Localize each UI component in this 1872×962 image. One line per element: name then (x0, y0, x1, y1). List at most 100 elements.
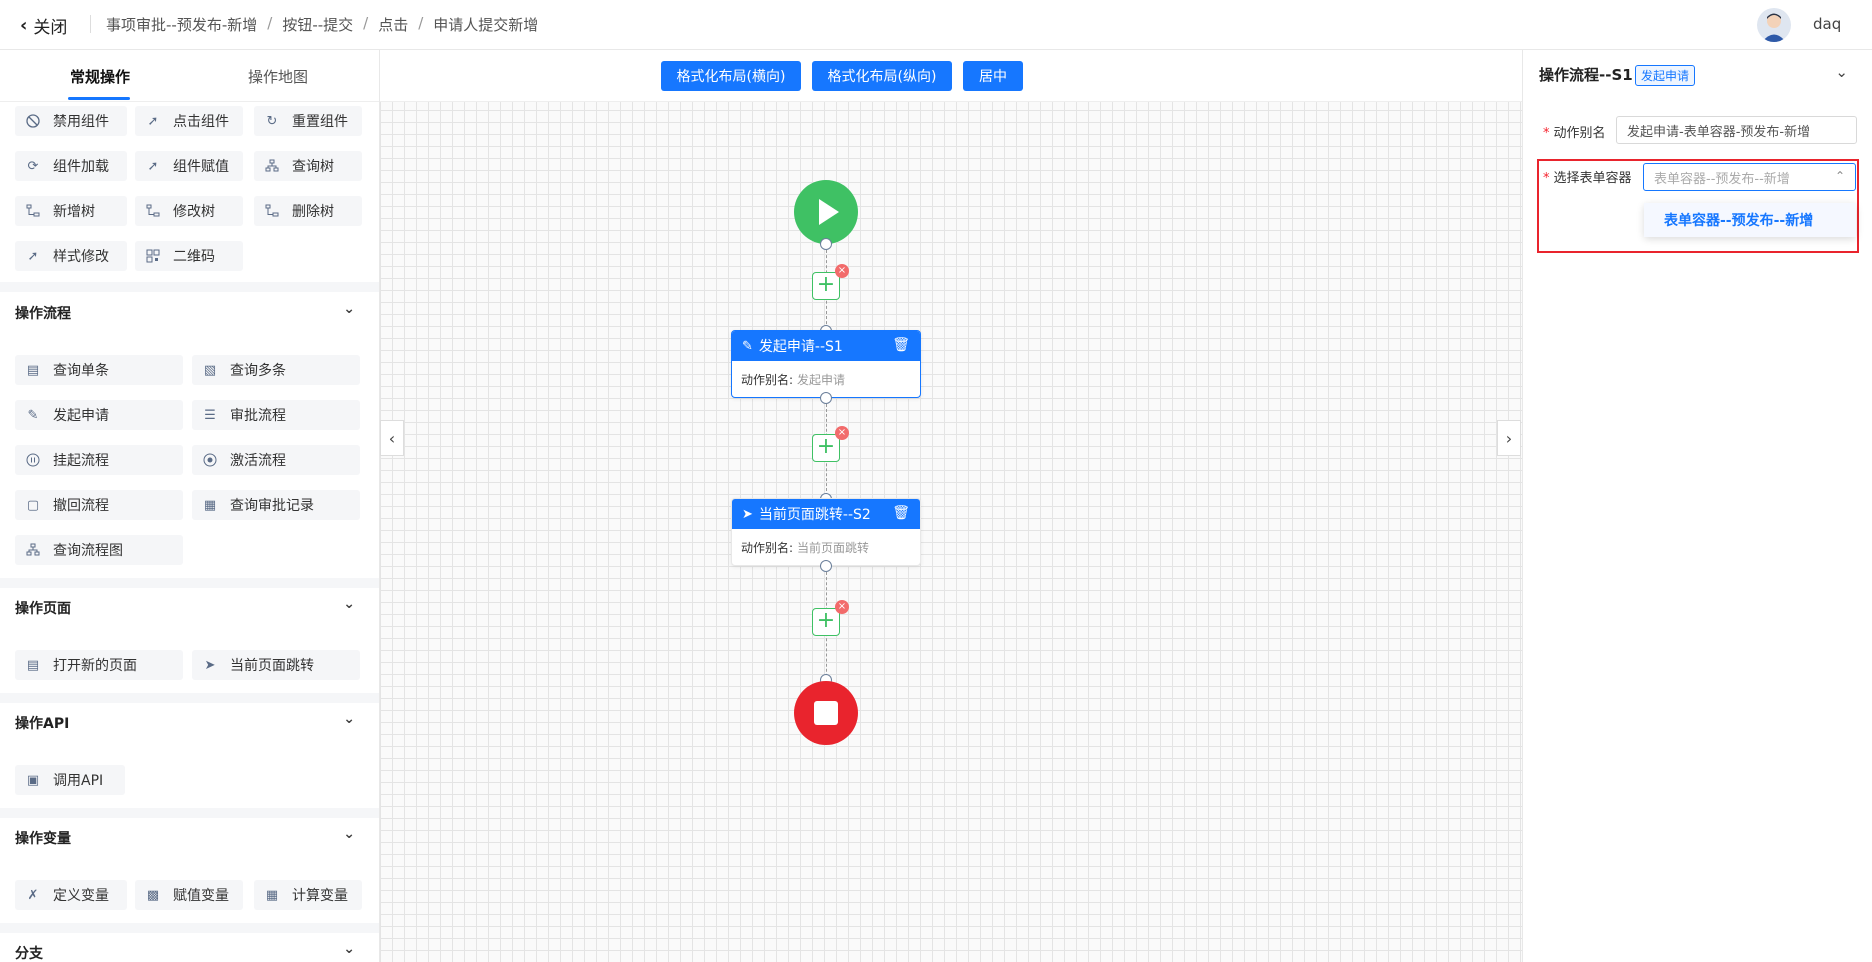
select-placeholder: 表单容器--预发布--新增 (1654, 171, 1790, 187)
refresh-icon: ⟳ (27, 158, 39, 174)
action-label: 查询审批记录 (230, 498, 314, 514)
add-step-button[interactable]: + (812, 608, 840, 636)
add-step-button[interactable]: + (812, 272, 840, 300)
trash-icon[interactable]: 🗑 (892, 505, 910, 521)
flow-canvas[interactable]: 格式化布局(横向) 格式化布局(纵向) 居中 ‹ › + × ✎ 发起申请--S… (380, 50, 1522, 962)
action-edit-tree[interactable]: 修改树 (135, 196, 243, 226)
action-label: 二维码 (173, 249, 215, 265)
trash-icon[interactable]: 🗑 (892, 337, 910, 353)
action-label: 组件赋值 (173, 159, 229, 175)
section-header-page[interactable]: 操作页面 ⌄ (0, 588, 379, 628)
connection-port[interactable] (820, 560, 832, 572)
chevron-right-icon: › (1505, 428, 1513, 448)
remove-link-icon[interactable]: × (835, 426, 849, 440)
close-button[interactable]: ‹ 关闭 (20, 12, 67, 38)
action-label: 查询单条 (53, 363, 109, 379)
action-qrcode[interactable]: 二维码 (135, 241, 243, 271)
action-click-component[interactable]: ➚ 点击组件 (135, 106, 243, 136)
connection-port[interactable] (820, 392, 832, 404)
section-header-api[interactable]: 操作API ⌄ (0, 703, 379, 743)
action-add-tree[interactable]: 新增树 (15, 196, 127, 226)
section-title: 分支 (15, 946, 43, 962)
action-call-api[interactable]: ▣ 调用API (15, 765, 125, 795)
apply-icon: ✎ (742, 338, 753, 354)
end-node[interactable] (794, 681, 858, 745)
calc-icon: ▦ (265, 887, 279, 903)
chevron-down-icon[interactable]: ⌄ (1835, 63, 1848, 81)
action-query-single[interactable]: ▤ 查询单条 (15, 355, 183, 385)
chevron-down-icon: ⌄ (343, 596, 355, 612)
plus-icon: + (816, 434, 836, 459)
action-label: 调用API (53, 773, 104, 789)
action-delete-tree[interactable]: 删除树 (254, 196, 362, 226)
tab-operation-map[interactable]: 操作地图 (248, 66, 308, 87)
breadcrumb: 事项审批--预发布-新增 / 按钮--提交 / 点击 / 申请人提交新增 (106, 14, 538, 35)
username[interactable]: daq (1813, 15, 1841, 33)
tab-common-operations[interactable]: 常规操作 (70, 66, 130, 87)
action-query-flowchart[interactable]: 查询流程图 (15, 535, 183, 565)
format-vertical-button[interactable]: 格式化布局(纵向) (812, 61, 952, 91)
start-node[interactable] (794, 180, 858, 244)
breadcrumb-item: 申请人提交新增 (433, 16, 539, 34)
action-label: 当前页面跳转 (230, 658, 314, 674)
action-component-load[interactable]: ⟳ 组件加载 (15, 151, 127, 181)
chevron-up-icon: ⌃ (1834, 169, 1845, 183)
action-style-modify[interactable]: ➚ 样式修改 (15, 241, 127, 271)
action-component-assign[interactable]: ➚ 组件赋值 (135, 151, 243, 181)
form-container-select[interactable]: 表单容器--预发布--新增 ⌃ (1643, 163, 1856, 191)
dropdown-option[interactable]: 表单容器--预发布--新增 (1644, 203, 1856, 237)
action-withdraw-process[interactable]: ▢ 撤回流程 (15, 490, 183, 520)
breadcrumb-item[interactable]: 事项审批--预发布-新增 (106, 14, 257, 35)
action-label: 删除树 (292, 204, 334, 220)
flow-node-s1[interactable]: ✎ 发起申请--S1 🗑 动作别名: 发起申请 (731, 330, 921, 398)
breadcrumb-separator: / (418, 14, 424, 32)
alias-label: * 动作别名 (1543, 126, 1606, 141)
remove-link-icon[interactable]: × (835, 264, 849, 278)
send-icon: ➤ (742, 506, 753, 522)
form-container-label: * 选择表单容器 (1543, 171, 1632, 186)
ban-icon (25, 113, 41, 129)
action-suspend-process[interactable]: 挂起流程 (15, 445, 183, 475)
section-header-variable[interactable]: 操作变量 ⌄ (0, 818, 379, 858)
add-step-button[interactable]: + (812, 434, 840, 462)
section-header-process[interactable]: 操作流程 ⌄ (0, 293, 379, 333)
action-current-page-jump[interactable]: ➤ 当前页面跳转 (192, 650, 360, 680)
format-horizontal-button[interactable]: 格式化布局(横向) (661, 61, 801, 91)
right-panel: 操作流程--S1 发起申请 ⌄ * 动作别名 发起申请-表单容器-预发布-新增 *… (1522, 50, 1872, 962)
section-divider (0, 578, 379, 588)
tree-edit-icon (145, 203, 161, 219)
action-open-new-page[interactable]: ▤ 打开新的页面 (15, 650, 183, 680)
flow-node-s2[interactable]: ➤ 当前页面跳转--S2 🗑 动作别名: 当前页面跳转 (731, 498, 921, 566)
section-title: 操作API (15, 716, 70, 732)
action-define-variable[interactable]: ✗ 定义变量 (15, 880, 127, 910)
section-header-branch[interactable]: 分支 ⌄ (0, 933, 379, 962)
action-reset-component[interactable]: ↻ 重置组件 (254, 106, 362, 136)
action-activate-process[interactable]: 激活流程 (192, 445, 360, 475)
breadcrumb-item[interactable]: 点击 (378, 14, 408, 35)
page-icon: ▤ (26, 657, 40, 673)
node-header: ✎ 发起申请--S1 🗑 (732, 331, 920, 361)
node-alias-label: 动作别名: (741, 541, 794, 555)
action-query-multiple[interactable]: ▧ 查询多条 (192, 355, 360, 385)
withdraw-icon: ▢ (26, 497, 40, 513)
action-approval-process[interactable]: ☰ 审批流程 (192, 400, 360, 430)
action-assign-variable[interactable]: ▩ 赋值变量 (135, 880, 243, 910)
action-label: 打开新的页面 (53, 658, 137, 674)
alias-input[interactable]: 发起申请-表单容器-预发布-新增 (1616, 116, 1857, 144)
collapse-left-button[interactable]: ‹ (380, 420, 404, 456)
center-button[interactable]: 居中 (963, 61, 1023, 91)
action-label: 重置组件 (292, 114, 348, 130)
action-label: 禁用组件 (53, 114, 109, 130)
action-label: 定义变量 (53, 888, 109, 904)
action-disable-component[interactable]: 禁用组件 (15, 106, 127, 136)
action-calc-variable[interactable]: ▦ 计算变量 (254, 880, 362, 910)
action-initiate-application[interactable]: ✎ 发起申请 (15, 400, 183, 430)
breadcrumb-item[interactable]: 按钮--提交 (282, 14, 353, 35)
remove-link-icon[interactable]: × (835, 600, 849, 614)
action-query-approval-record[interactable]: ▦ 查询审批记录 (192, 490, 360, 520)
connection-port[interactable] (820, 238, 832, 250)
collapse-right-button[interactable]: › (1497, 420, 1521, 456)
top-bar: ‹ 关闭 事项审批--预发布-新增 / 按钮--提交 / 点击 / 申请人提交新… (0, 0, 1872, 50)
action-query-tree[interactable]: 查询树 (254, 151, 362, 181)
avatar[interactable] (1757, 8, 1791, 42)
